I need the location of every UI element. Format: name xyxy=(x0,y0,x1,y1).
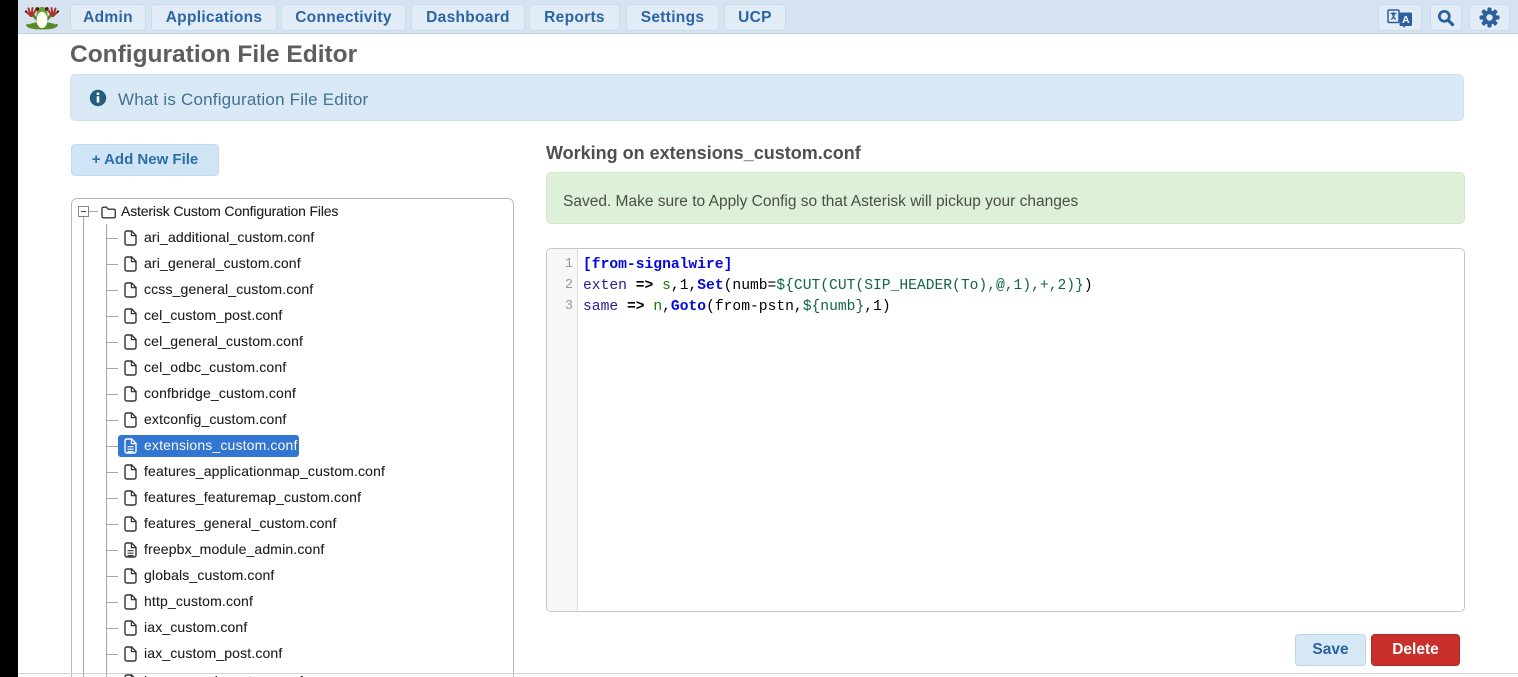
svg-text:A: A xyxy=(1402,13,1410,25)
